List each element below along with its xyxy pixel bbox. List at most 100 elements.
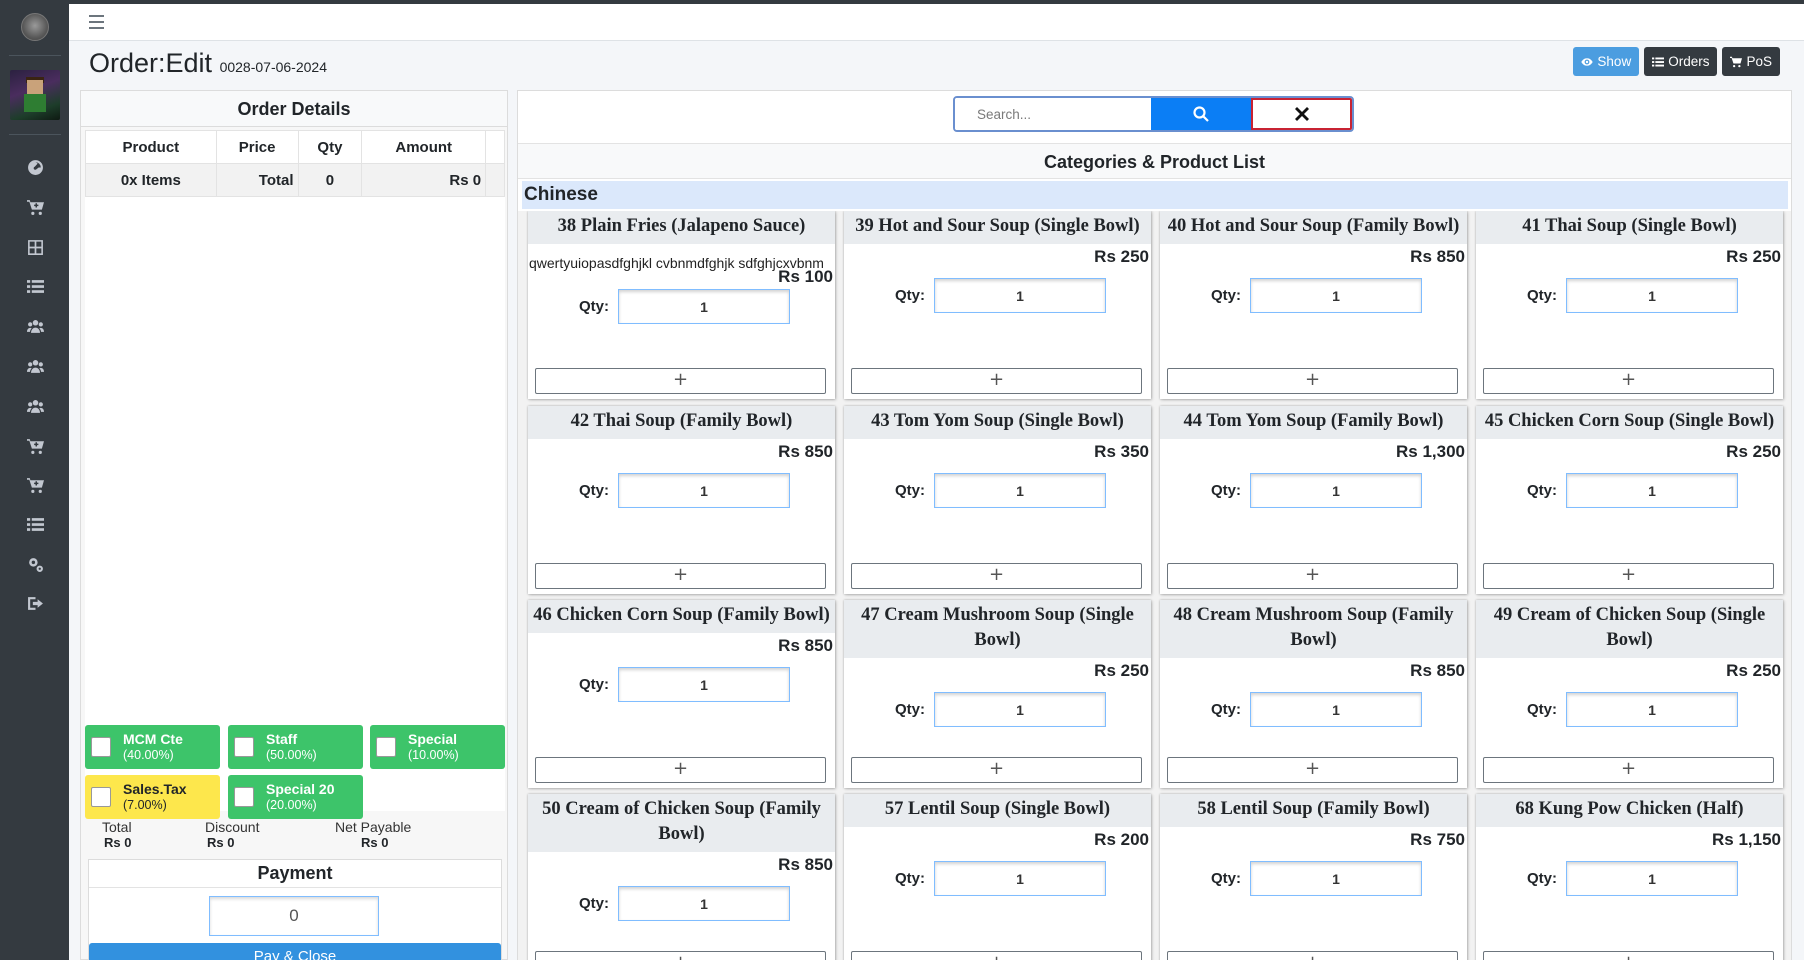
cart-icon[interactable] xyxy=(24,196,46,218)
qty-input[interactable] xyxy=(1250,692,1422,727)
show-button[interactable]: Show xyxy=(1573,47,1640,76)
sidebar xyxy=(0,0,69,960)
add-to-order-button[interactable]: + xyxy=(851,951,1142,960)
list-icon[interactable] xyxy=(24,513,46,535)
add-to-order-button[interactable]: + xyxy=(851,757,1142,783)
qty-label: Qty: xyxy=(895,287,925,304)
cart-icon[interactable] xyxy=(24,435,46,457)
product-card[interactable]: 68 Kung Pow Chicken (Half) Rs 1,150 Qty: + xyxy=(1476,794,1783,960)
product-card[interactable]: 49 Cream of Chicken Soup (Single Bowl) Rs… xyxy=(1476,600,1783,788)
product-card[interactable]: 44 Tom Yom Soup (Family Bowl) Rs 1,300 Qty… xyxy=(1160,406,1467,594)
qty-input[interactable] xyxy=(1250,473,1422,508)
add-to-order-button[interactable]: + xyxy=(535,368,826,394)
order-items-area xyxy=(85,197,505,811)
menu-toggle-icon[interactable] xyxy=(89,15,104,29)
users-icon[interactable] xyxy=(24,315,46,337)
cart-icon[interactable] xyxy=(24,474,46,496)
product-card[interactable]: 45 Chicken Corn Soup (Single Bowl) Rs 250… xyxy=(1476,406,1783,594)
qty-input[interactable] xyxy=(1566,692,1738,727)
discount-percent: (40.00%) xyxy=(123,748,174,762)
product-price: Rs 1,300 xyxy=(1396,442,1465,461)
qty-input[interactable] xyxy=(618,473,790,508)
list-icon xyxy=(1652,57,1665,66)
add-to-order-button[interactable]: + xyxy=(1483,563,1774,589)
discount-checkbox[interactable] xyxy=(234,787,254,807)
add-to-order-button[interactable]: + xyxy=(1167,951,1458,960)
qty-input[interactable] xyxy=(1250,278,1422,313)
product-card[interactable]: 41 Thai Soup (Single Bowl) Rs 250 Qty: + xyxy=(1476,211,1783,399)
qty-label: Qty: xyxy=(895,701,925,718)
qty-input[interactable] xyxy=(1566,861,1738,896)
qty-input[interactable] xyxy=(934,278,1106,313)
add-to-order-button[interactable]: + xyxy=(535,563,826,589)
add-to-order-button[interactable]: + xyxy=(1483,757,1774,783)
list-icon[interactable] xyxy=(24,275,46,297)
dashboard-icon[interactable] xyxy=(24,156,46,178)
product-card[interactable]: 58 Lentil Soup (Family Bowl) Rs 750 Qty: + xyxy=(1160,794,1467,960)
users-icon[interactable] xyxy=(24,395,46,417)
qty-label: Qty: xyxy=(1527,287,1557,304)
product-card[interactable]: 48 Cream Mushroom Soup (Family Bowl) Rs 8… xyxy=(1160,600,1467,788)
discount-checkbox[interactable] xyxy=(376,737,396,757)
add-to-order-button[interactable]: + xyxy=(1483,951,1774,960)
qty-input[interactable] xyxy=(1566,473,1738,508)
discount-sales-tax[interactable]: Sales.Tax (7.00%) xyxy=(85,775,220,819)
orders-button-label: Orders xyxy=(1668,54,1710,69)
discount-percent: (10.00%) xyxy=(408,748,459,762)
product-card[interactable]: 42 Thai Soup (Family Bowl) Rs 850 Qty: + xyxy=(528,406,835,594)
discount-checkbox[interactable] xyxy=(91,737,111,757)
product-card[interactable]: 46 Chicken Corn Soup (Family Bowl) Rs 850… xyxy=(528,600,835,788)
qty-label: Qty: xyxy=(1527,870,1557,887)
product-card[interactable]: 39 Hot and Sour Soup (Single Bowl) Rs 250… xyxy=(844,211,1151,399)
user-avatar[interactable] xyxy=(10,70,60,120)
pos-button[interactable]: PoS xyxy=(1722,47,1780,76)
product-name: 49 Cream of Chicken Soup (Single Bowl) xyxy=(1476,600,1783,658)
product-card[interactable]: 50 Cream of Chicken Soup (Family Bowl) Rs… xyxy=(528,794,835,960)
discount-staff[interactable]: Staff (50.00%) xyxy=(228,725,363,769)
add-to-order-button[interactable]: + xyxy=(535,951,826,960)
product-name: 38 Plain Fries (Jalapeno Sauce) xyxy=(528,211,835,244)
category-name[interactable]: Chinese xyxy=(522,181,1788,209)
product-card[interactable]: 47 Cream Mushroom Soup (Single Bowl) Rs 2… xyxy=(844,600,1151,788)
pay-close-button[interactable]: Pay & Close xyxy=(89,943,501,960)
product-card[interactable]: 40 Hot and Sour Soup (Family Bowl) Rs 850… xyxy=(1160,211,1467,399)
qty-input[interactable] xyxy=(1566,278,1738,313)
qty-input[interactable] xyxy=(934,692,1106,727)
qty-input[interactable] xyxy=(1250,861,1422,896)
add-to-order-button[interactable]: + xyxy=(1167,563,1458,589)
sign-out-icon[interactable] xyxy=(24,592,46,614)
qty-input[interactable] xyxy=(618,667,790,702)
qty-input[interactable] xyxy=(934,861,1106,896)
add-to-order-button[interactable]: + xyxy=(1167,368,1458,394)
orders-button[interactable]: Orders xyxy=(1644,47,1718,76)
add-to-order-button[interactable]: + xyxy=(851,563,1142,589)
add-to-order-button[interactable]: + xyxy=(1483,368,1774,394)
clear-search-button[interactable] xyxy=(1251,98,1352,130)
discount-special[interactable]: Special (10.00%) xyxy=(370,725,505,769)
users-icon[interactable] xyxy=(24,355,46,377)
product-card[interactable]: 57 Lentil Soup (Single Bowl) Rs 200 Qty: + xyxy=(844,794,1151,960)
grid-icon[interactable] xyxy=(24,236,46,258)
discount-special-20[interactable]: Special 20 (20.00%) xyxy=(228,775,363,819)
add-to-order-button[interactable]: + xyxy=(1167,757,1458,783)
discount-mcm-cte[interactable]: MCM Cte (40.00%) xyxy=(85,725,220,769)
add-to-order-button[interactable]: + xyxy=(851,368,1142,394)
qty-label: Qty: xyxy=(1527,701,1557,718)
product-price: Rs 1,150 xyxy=(1712,830,1781,849)
add-to-order-button[interactable]: + xyxy=(535,757,826,783)
qty-label: Qty: xyxy=(895,482,925,499)
discount-checkbox[interactable] xyxy=(234,737,254,757)
discount-checkbox[interactable] xyxy=(91,787,111,807)
discount-name: Special xyxy=(408,731,458,747)
search-input[interactable] xyxy=(955,98,1151,130)
search-button[interactable] xyxy=(1151,98,1251,130)
payment-amount-input[interactable] xyxy=(209,896,379,936)
gears-icon[interactable] xyxy=(24,553,46,575)
brand-logo[interactable] xyxy=(21,13,49,41)
product-card[interactable]: 38 Plain Fries (Jalapeno Sauce) qwertyuio… xyxy=(528,211,835,399)
qty-input[interactable] xyxy=(618,289,790,324)
qty-input[interactable] xyxy=(934,473,1106,508)
product-price: Rs 250 xyxy=(1094,661,1149,680)
product-card[interactable]: 43 Tom Yom Soup (Single Bowl) Rs 350 Qty: + xyxy=(844,406,1151,594)
qty-input[interactable] xyxy=(618,886,790,921)
